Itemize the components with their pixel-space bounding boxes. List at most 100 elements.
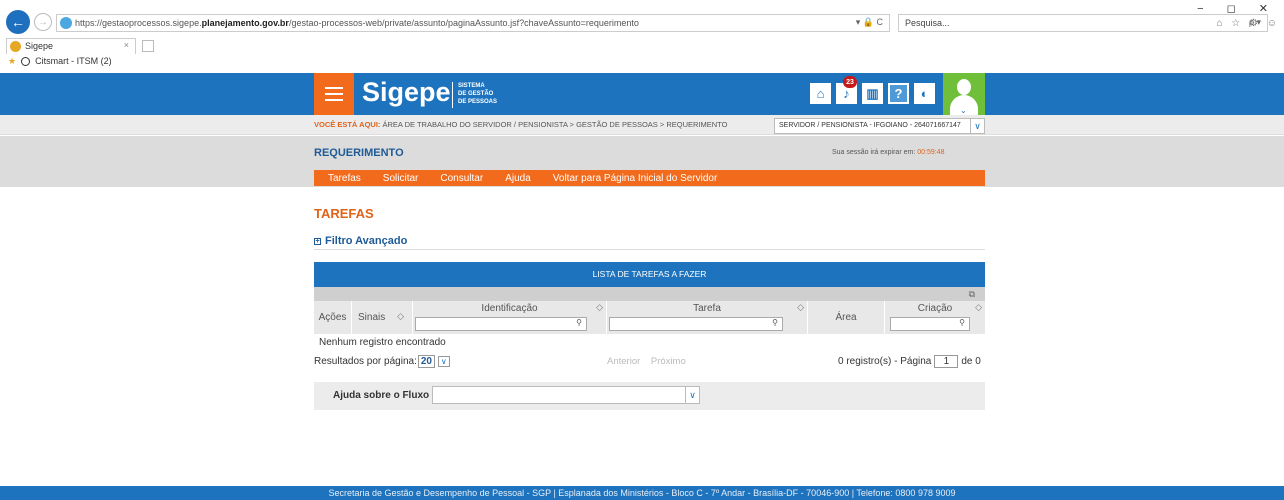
column-header-label: Ações: [318, 312, 347, 323]
criacao-filter-input[interactable]: ⚲: [890, 317, 970, 331]
divider: [314, 249, 985, 250]
footer: Secretaria de Gestão e Desempenho de Pes…: [0, 486, 1284, 500]
back-button[interactable]: ←: [6, 10, 30, 34]
chevron-down-icon[interactable]: ∨: [685, 387, 699, 403]
column-area: Área: [808, 301, 885, 334]
top-header: Sigepe SISTEMA DE GESTÃO DE PESSOAS ⌂ ♪ …: [0, 73, 1284, 115]
breadcrumb: VOCÊ ESTÁ AQUI: ÁREA DE TRABALHO DO SERV…: [314, 120, 727, 129]
pager: Anterior Próximo: [607, 356, 694, 367]
url-tools-icons[interactable]: ▾ 🔒 C: [856, 17, 883, 28]
section-title: TAREFAS: [314, 206, 374, 221]
menu-item-tarefas[interactable]: Tarefas: [328, 173, 361, 184]
url-prefix: https://gestaoprocessos.sigepe.: [75, 18, 202, 28]
advanced-filter-label: Filtro Avançado: [325, 235, 408, 247]
expand-plus-icon: +: [314, 238, 321, 245]
session-countdown: 00:59:48: [917, 149, 945, 156]
identificacao-filter-input[interactable]: ⚲: [415, 317, 587, 331]
sort-icon[interactable]: ◇: [397, 311, 404, 322]
breadcrumb-lead: VOCÊ ESTÁ AQUI:: [314, 120, 381, 129]
main-menu: Tarefas Solicitar Consultar Ajuda Voltar…: [314, 170, 985, 186]
help-flow-bar: Ajuda sobre o Fluxo ∨: [314, 382, 985, 410]
empty-message: Nenhum registro encontrado: [319, 337, 446, 348]
hamburger-line-icon: [325, 87, 343, 89]
record-count-prefix: 0 registro(s) - Página: [838, 356, 932, 367]
tab-favicon-icon: [10, 41, 21, 52]
previous-page-link[interactable]: Anterior: [607, 356, 640, 367]
next-page-link[interactable]: Próximo: [651, 356, 686, 367]
browser-search-placeholder: Pesquisa...: [905, 18, 950, 28]
page-number-input[interactable]: 1: [934, 355, 959, 368]
browser-toolbar-icons[interactable]: ⌂ ☆ ⚙ ☺: [1216, 18, 1280, 29]
menu-item-voltar[interactable]: Voltar para Página Inicial do Servidor: [553, 173, 718, 184]
brand-subtitle-line: DE PESSOAS: [458, 99, 498, 105]
column-sinais[interactable]: Sinais ◇: [352, 301, 413, 334]
browser-search-input[interactable]: Pesquisa... ρ ▾: [898, 14, 1268, 32]
column-criacao[interactable]: Criação ◇ ⚲: [885, 301, 985, 334]
hamburger-menu-button[interactable]: [314, 73, 354, 115]
results-per-page: Resultados por página: 20 ∨: [314, 355, 450, 368]
sort-icon[interactable]: ◇: [975, 302, 982, 313]
menu-item-solicitar[interactable]: Solicitar: [383, 173, 419, 184]
sort-icon[interactable]: ◇: [596, 302, 603, 313]
home-icon[interactable]: ⌂: [810, 83, 831, 104]
favorites-star-icon[interactable]: ★: [8, 56, 16, 66]
column-toggle-icon[interactable]: ⧉: [969, 289, 975, 300]
forward-arrow-icon: →: [38, 16, 48, 28]
sort-icon[interactable]: ◇: [797, 302, 804, 313]
column-header-label: Identificação: [481, 303, 538, 314]
column-header-label: Criação: [917, 303, 953, 314]
window-controls[interactable]: − ◻ ✕: [1197, 2, 1278, 15]
column-tarefa[interactable]: Tarefa ◇ ⚲: [607, 301, 808, 334]
table-header-row: Ações Sinais ◇ Identificação ◇ ⚲ Tarefa …: [314, 301, 985, 334]
site-favicon-icon: [60, 17, 72, 29]
profile-select[interactable]: SERVIDOR / PENSIONISTA - IFGOIANO - 2640…: [774, 118, 985, 134]
table-toolbar: ⧉: [314, 287, 985, 301]
menu-item-ajuda[interactable]: Ajuda: [505, 173, 531, 184]
chevron-down-icon[interactable]: ∨: [437, 356, 450, 367]
session-timer: Sua sessão irá expirar em: 00:59:48: [832, 149, 944, 156]
browser-chrome: ← → https://gestaoprocessos.sigepe. plane…: [0, 0, 1284, 70]
column-acoes: Ações: [314, 301, 352, 334]
menu-item-consultar[interactable]: Consultar: [440, 173, 483, 184]
column-identificacao[interactable]: Identificação ◇ ⚲: [413, 301, 607, 334]
brand-subtitle: SISTEMA DE GESTÃO DE PESSOAS: [452, 82, 497, 108]
chevron-down-icon[interactable]: ∨: [970, 119, 984, 133]
favorites-bar: ★ Citsmart - ITSM (2): [0, 56, 1284, 70]
breadcrumb-path[interactable]: ÁREA DE TRABALHO DO SERVIDOR / PENSIONIS…: [383, 120, 728, 129]
back-arrow-icon: ←: [11, 14, 25, 30]
record-count-suffix: de 0: [961, 356, 981, 367]
page-title: REQUERIMENTO: [314, 147, 404, 159]
search-icon: ⚲: [959, 318, 965, 327]
url-domain: planejamento.gov.br: [201, 18, 289, 28]
book-icon[interactable]: ▥: [862, 83, 883, 104]
chevron-down-icon: ⌄: [960, 106, 967, 115]
favorite-site-icon: [20, 57, 30, 67]
address-row: ← → https://gestaoprocessos.sigepe. plane…: [0, 0, 1284, 36]
contrast-icon[interactable]: ◐: [914, 83, 935, 104]
help-icon[interactable]: ?: [888, 83, 909, 104]
brand-logo[interactable]: Sigepe: [362, 77, 451, 108]
avatar[interactable]: ⌄: [943, 73, 985, 115]
per-page-select[interactable]: 20: [417, 355, 435, 368]
advanced-filter-toggle[interactable]: + Filtro Avançado: [314, 235, 407, 247]
profile-select-value: SERVIDOR / PENSIONISTA - IFGOIANO - 2640…: [779, 122, 961, 129]
tab-close-icon[interactable]: ×: [124, 40, 129, 50]
search-icon: ⚲: [772, 318, 778, 327]
per-page-label: Resultados por página:: [314, 356, 417, 367]
forward-button[interactable]: →: [34, 13, 52, 31]
new-tab-button[interactable]: [142, 40, 154, 52]
tarefa-filter-input[interactable]: ⚲: [609, 317, 783, 331]
hamburger-line-icon: [325, 99, 343, 101]
help-flow-select[interactable]: ∨: [432, 386, 700, 404]
url-path: /gestao-processos-web/private/assunto/pa…: [288, 18, 639, 28]
record-count: 0 registro(s) - Página 1 de 0: [838, 355, 981, 368]
column-header-label: Tarefa: [693, 303, 721, 314]
breadcrumb-bar: VOCÊ ESTÁ AQUI: ÁREA DE TRABALHO DO SERV…: [0, 115, 1284, 135]
brand-subtitle-line: SISTEMA: [458, 83, 485, 89]
browser-tab[interactable]: Sigepe ×: [6, 38, 136, 54]
tab-title: Sigepe: [25, 41, 54, 51]
favorite-link[interactable]: Citsmart - ITSM (2): [35, 56, 112, 66]
notification-badge: 23: [843, 76, 857, 88]
address-bar[interactable]: https://gestaoprocessos.sigepe. planejame…: [56, 14, 890, 32]
tab-row: Sigepe ×: [0, 38, 1284, 54]
